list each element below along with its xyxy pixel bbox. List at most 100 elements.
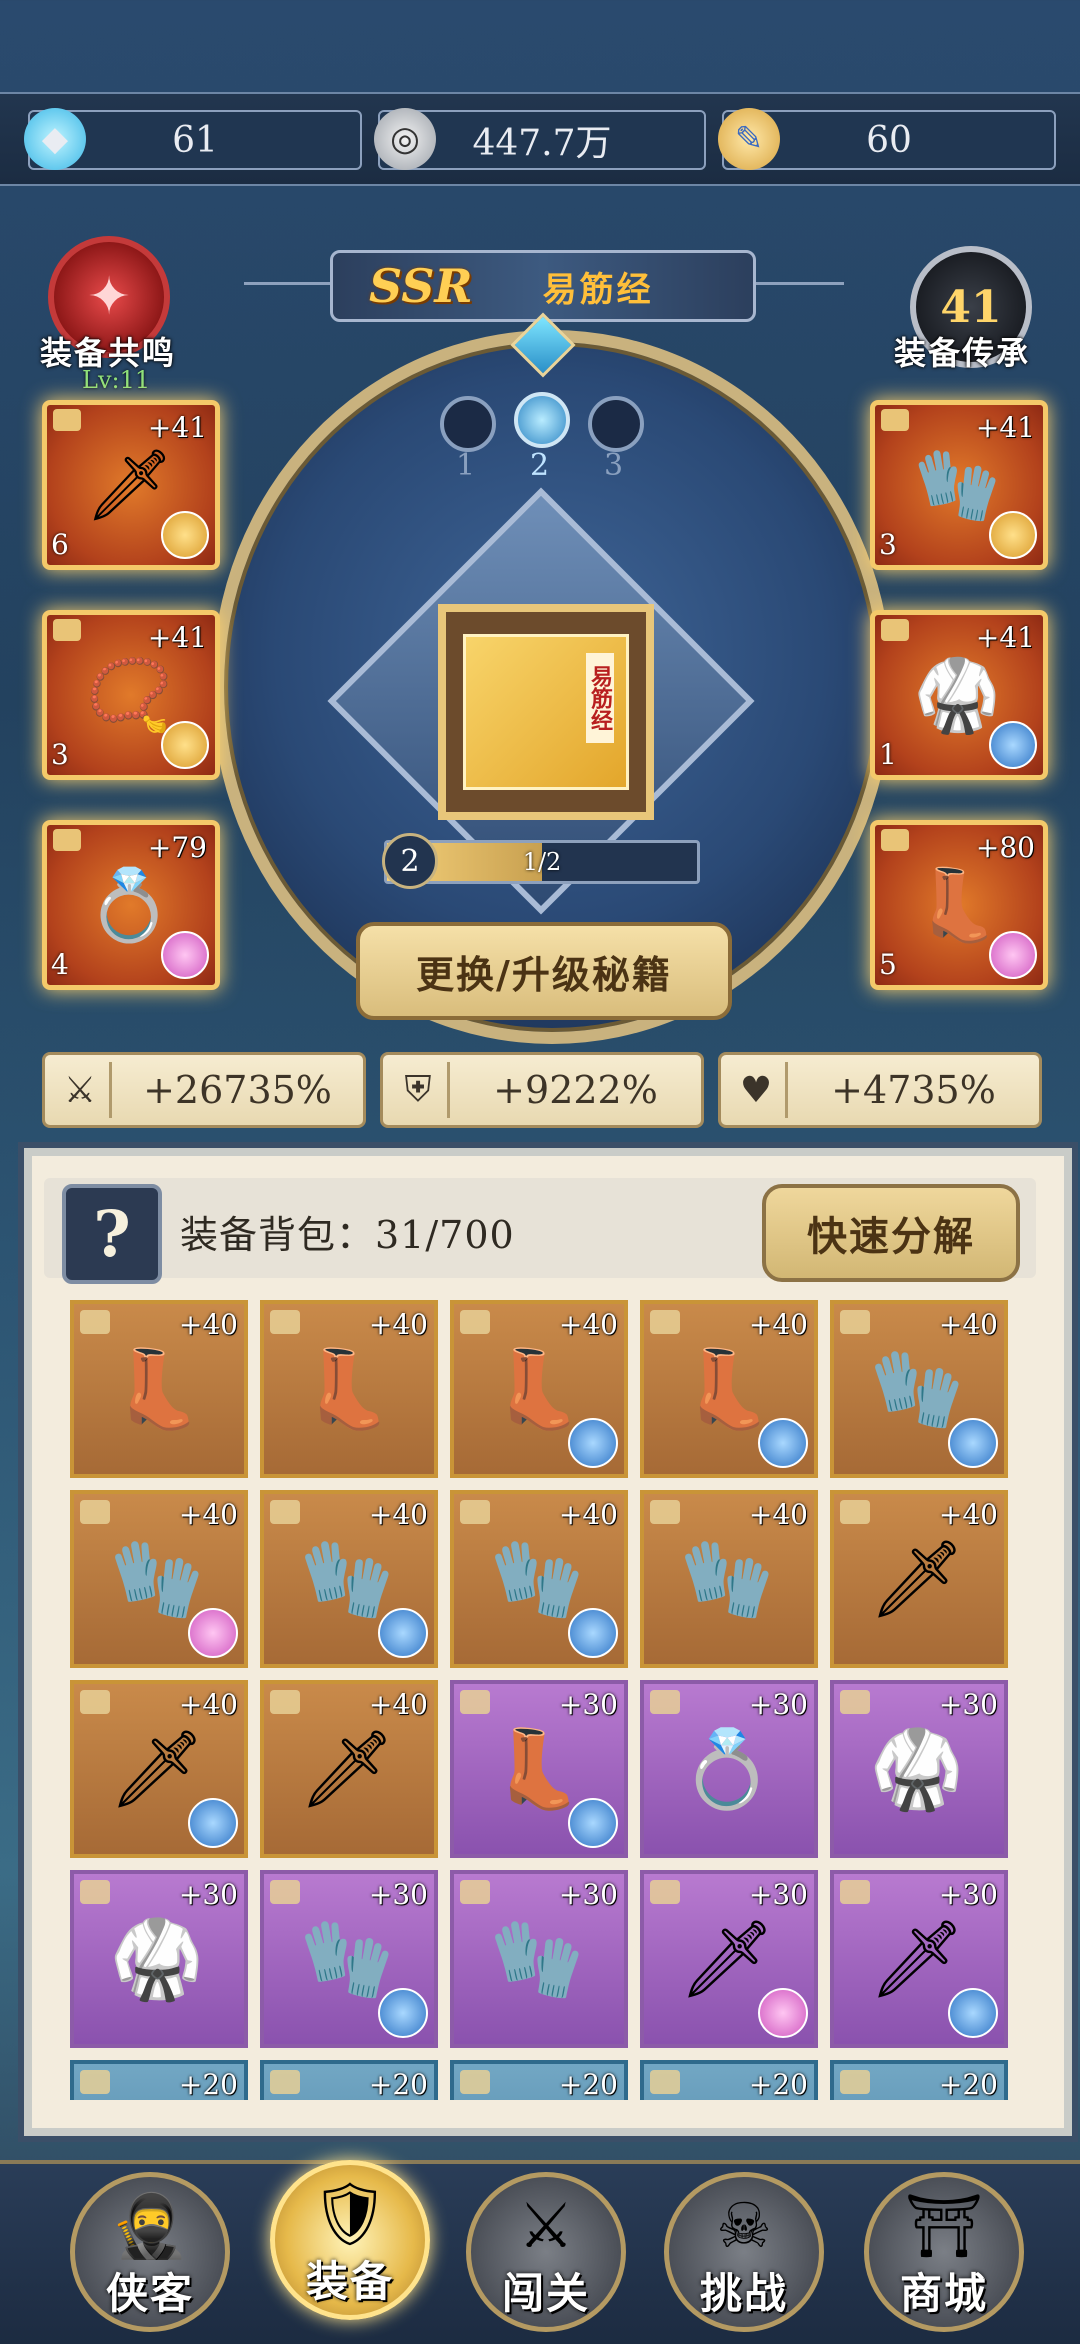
bag-item[interactable]: 🗡 +40	[260, 1680, 438, 1858]
nav-armor[interactable]: 🛡 装备	[270, 2160, 430, 2320]
lock-icon	[460, 1500, 490, 1524]
lock-icon	[460, 1690, 490, 1714]
stat-shield: ⛨ +9222%	[380, 1052, 704, 1128]
nav-hero[interactable]: 🥷 侠客	[70, 2172, 230, 2332]
item-level: +40	[178, 1688, 238, 1721]
lock-icon	[460, 2070, 490, 2094]
orb-icon	[378, 1988, 428, 2038]
orb-icon	[161, 721, 209, 769]
equipped-right-slot-3[interactable]: 👢 +80 5	[870, 820, 1048, 990]
item-level: +30	[938, 1878, 998, 1911]
bag-item[interactable]: 🧤 +40	[70, 1490, 248, 1668]
page-num-1: 1	[456, 448, 476, 483]
gem-counter[interactable]: ◆ 61	[24, 108, 362, 170]
item-level: +30	[178, 1878, 238, 1911]
bag-item[interactable]: 👢 +40	[450, 1300, 628, 1478]
scroll-counter[interactable]: ✎ 60	[718, 108, 1056, 170]
bag-item[interactable]: 🗡 +30	[640, 1870, 818, 2048]
orb-icon	[378, 1608, 428, 1658]
boots-icon: 👢	[109, 1344, 205, 1433]
bag-item[interactable]: +20	[260, 2060, 438, 2100]
inheritance-count: 41	[940, 281, 1002, 333]
item-level: +20	[938, 2068, 998, 2100]
bag-item[interactable]: 👢 +40	[70, 1300, 248, 1478]
bag-title: 装备背包：31/700	[180, 1213, 515, 1257]
lock-icon	[270, 2070, 300, 2094]
page-dot-3[interactable]	[588, 396, 644, 452]
equipped-left-slot-3[interactable]: 💍 +79 4	[42, 820, 220, 990]
bag-item[interactable]: 🧤 +30	[450, 1870, 628, 2048]
lock-icon	[460, 1310, 490, 1334]
bag-item[interactable]: 👢 +30	[450, 1680, 628, 1858]
swords-icon: ⚔	[51, 1062, 112, 1118]
nav-challenge[interactable]: ☠ 挑战	[664, 2172, 824, 2332]
bag-item[interactable]: 🗡 +40	[70, 1680, 248, 1858]
nav-label: 闯关	[501, 2269, 590, 2318]
challenge-icon: ☠	[716, 2189, 772, 2262]
lock-icon	[650, 1880, 680, 1904]
bag-item[interactable]: +20	[640, 2060, 818, 2100]
page-num-3: 3	[604, 448, 624, 483]
lock-icon	[840, 2070, 870, 2094]
bag-item[interactable]: 🗡 +30	[830, 1870, 1008, 2048]
lock-icon	[460, 1880, 490, 1904]
help-button[interactable]: ?	[62, 1184, 162, 1284]
equipped-right-slot-1[interactable]: 🧤 +41 3	[870, 400, 1048, 570]
nav-stage[interactable]: ⚔ 闯关	[466, 2172, 626, 2332]
lock-icon	[80, 1310, 110, 1334]
nav-label: 挑战	[699, 2269, 788, 2318]
bag-item[interactable]: 🧤 +40	[830, 1300, 1008, 1478]
bag-item[interactable]: +20	[830, 2060, 1008, 2100]
bag-item[interactable]: 🥋 +30	[70, 1870, 248, 2048]
bag-item[interactable]: 🥋 +30	[830, 1680, 1008, 1858]
coin-counter[interactable]: ◎ 447.7万	[374, 108, 706, 170]
equipped-right-slot-2[interactable]: 🥋 +41 1	[870, 610, 1048, 780]
bag-item[interactable]: 👢 +40	[260, 1300, 438, 1478]
bag-item[interactable]: +20	[70, 2060, 248, 2100]
page-dot-2[interactable]	[514, 392, 570, 448]
lock-icon	[840, 1880, 870, 1904]
bracer-icon: 🧤	[679, 1534, 775, 1623]
lock-icon	[650, 2070, 680, 2094]
inheritance-label: 装备传承	[894, 334, 1031, 372]
lock-icon	[840, 1500, 870, 1524]
quick-dismantle-button[interactable]: 快速分解	[762, 1184, 1020, 1282]
item-level: +40	[368, 1498, 428, 1531]
resonance-level: Lv:11	[82, 366, 151, 394]
equipment-level: +79	[147, 831, 207, 864]
lock-icon	[840, 1690, 870, 1714]
item-level: +40	[368, 1688, 428, 1721]
bag-item[interactable]: 🧤 +40	[450, 1490, 628, 1668]
bag-item[interactable]: 💍 +30	[640, 1680, 818, 1858]
shield-icon: ⛨	[389, 1062, 450, 1118]
page-dot-1[interactable]	[440, 396, 496, 452]
coin-icon: ◎	[374, 108, 436, 170]
stage-icon: ⚔	[518, 2189, 574, 2262]
star-count: 4	[51, 948, 69, 981]
bag-item[interactable]: 🗡 +40	[830, 1490, 1008, 1668]
gem-icon: ◆	[24, 108, 86, 170]
manual-slot[interactable]: 易筋经	[438, 604, 654, 820]
manual-name: 易筋经	[542, 269, 654, 310]
page-num-2: 2	[530, 448, 550, 483]
bag-item[interactable]: +20	[450, 2060, 628, 2100]
book-title: 易筋经	[586, 653, 614, 743]
bag-item[interactable]: 🧤 +30	[260, 1870, 438, 2048]
bracer-icon: 🧤	[489, 1914, 585, 2003]
equipped-left-slot-1[interactable]: 🗡 +41 6	[42, 400, 220, 570]
item-level: +40	[938, 1308, 998, 1341]
lock-icon	[53, 619, 81, 641]
armor-icon: 🥋	[109, 1914, 205, 2003]
bag-item[interactable]: 🧤 +40	[640, 1490, 818, 1668]
shop-icon: ⛩	[904, 2189, 984, 2262]
upgrade-manual-button[interactable]: 更换/升级秘籍	[356, 922, 732, 1020]
equipped-left-slot-2[interactable]: 📿 +41 3	[42, 610, 220, 780]
manual-level: 2	[382, 833, 438, 889]
bag-item[interactable]: 👢 +40	[640, 1300, 818, 1478]
item-level: +20	[178, 2068, 238, 2100]
equipment-level: +80	[975, 831, 1035, 864]
bag-item[interactable]: 🧤 +40	[260, 1490, 438, 1668]
item-level: +20	[368, 2068, 428, 2100]
nav-shop[interactable]: ⛩ 商城	[864, 2172, 1024, 2332]
gem-amount: 61	[172, 119, 218, 161]
